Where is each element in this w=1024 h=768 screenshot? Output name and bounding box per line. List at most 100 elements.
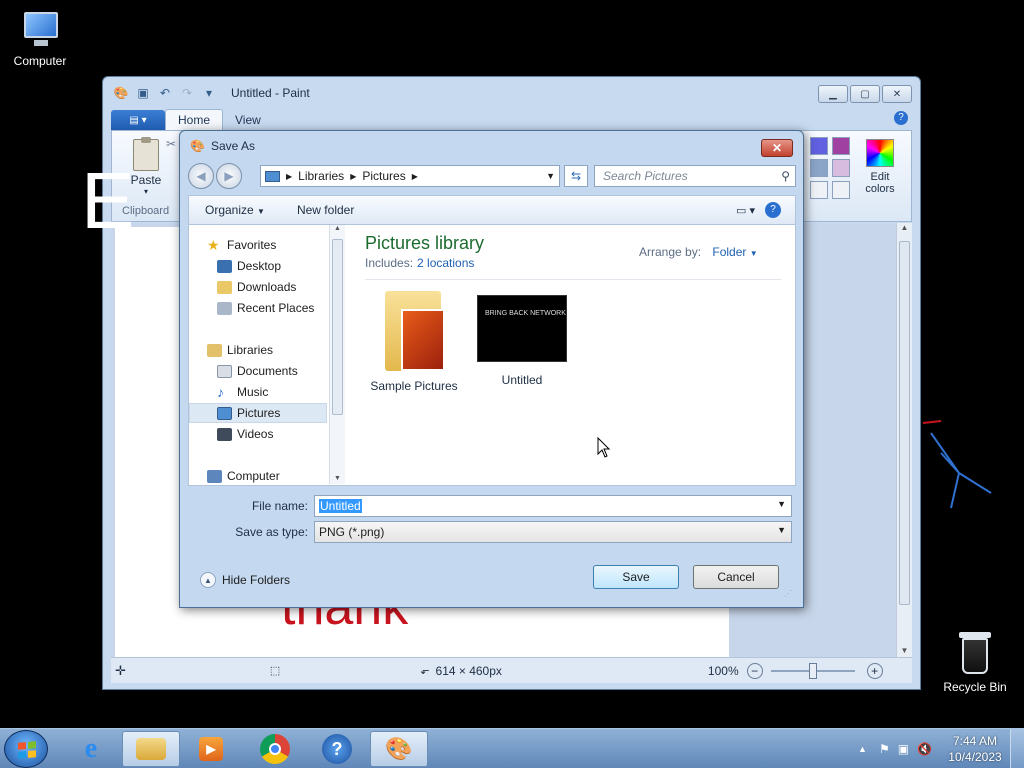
taskbar: e ▶ ? 🎨 ▲ ⚑ ▣ 🔇 7:44 AM 10/4/2023 (0, 728, 1024, 768)
tree-item-pictures[interactable]: Pictures (189, 403, 327, 423)
clock[interactable]: 7:44 AM 10/4/2023 (940, 733, 1010, 765)
forward-button[interactable]: ▶ (216, 163, 242, 189)
search-icon[interactable]: ⚲ (781, 169, 790, 183)
cancel-button[interactable]: Cancel (693, 565, 779, 589)
tree-item-favorites[interactable]: ★ Favorites (207, 235, 276, 255)
zoom-out-button[interactable]: − (746, 662, 763, 679)
tree-item-computer[interactable]: Computer (207, 466, 280, 484)
pictures-icon (265, 170, 280, 182)
tree-item-label: Pictures (237, 406, 281, 420)
tree-item-videos[interactable]: Videos (217, 424, 273, 444)
window-controls: ▁ ▢ ✕ (818, 85, 912, 103)
arrange-label: Arrange by: (639, 245, 702, 259)
search-input[interactable]: Search Pictures ⚲ (594, 165, 796, 187)
scroll-up-icon[interactable]: ▲ (897, 223, 912, 232)
taskbar-chrome[interactable] (246, 731, 304, 767)
hide-folders-label: Hide Folders (222, 573, 291, 587)
volume-muted-icon[interactable]: 🔇 (917, 742, 932, 756)
start-button[interactable] (4, 730, 48, 768)
cut-icon[interactable]: ✂ (166, 137, 176, 151)
tree-scrollbar[interactable]: ▲ ▼ (329, 225, 345, 484)
tree-item-desktop[interactable]: Desktop (217, 256, 281, 276)
desktop-icon-computer[interactable]: Computer (0, 10, 80, 68)
organize-button[interactable]: Organize ▼ (189, 203, 281, 217)
network-icon[interactable]: ▣ (898, 742, 909, 756)
chevron-down-icon[interactable]: ▼ (777, 525, 786, 535)
file-name-field[interactable]: Untitled ▼ (314, 495, 792, 517)
chevron-down-icon[interactable]: ▼ (546, 171, 555, 181)
zoom-in-button[interactable]: + (866, 662, 883, 679)
color-swatch[interactable] (832, 181, 850, 199)
redo-icon[interactable]: ↷ (179, 85, 195, 101)
undo-icon[interactable]: ↶ (157, 85, 173, 101)
music-icon: ♪ (217, 383, 224, 400)
tree-item-label: Music (237, 385, 269, 399)
minimize-button[interactable]: ▁ (818, 85, 848, 103)
breadcrumb-item[interactable]: Pictures (362, 169, 405, 183)
taskbar-internet-explorer[interactable]: e (62, 731, 120, 767)
help-icon[interactable]: ? (765, 202, 781, 218)
scroll-thumb[interactable] (332, 239, 343, 415)
color-swatch[interactable] (810, 137, 828, 155)
edit-colors-button[interactable]: Edit colors (858, 139, 902, 195)
paint-menu-button[interactable]: ▤ ▾ (111, 110, 165, 130)
help-icon[interactable]: ? (894, 111, 908, 125)
tree-item-label: Desktop (237, 259, 282, 273)
scroll-down-icon[interactable]: ▼ (330, 475, 345, 482)
refresh-button[interactable]: ⇆ (564, 165, 588, 187)
zoom-slider-thumb[interactable] (808, 662, 817, 679)
arrange-dropdown[interactable]: Folder ▼ (712, 245, 757, 259)
taskbar-media-player[interactable]: ▶ (182, 731, 240, 767)
close-button[interactable]: ✕ (882, 85, 912, 103)
file-item-sample-pictures[interactable]: Sample Pictures (359, 285, 469, 393)
paint-title-bar: 🎨 ▣ ↶ ↷ ▾ Untitled - Paint (103, 77, 920, 109)
tree-item-music[interactable]: ♪ Music (217, 382, 268, 402)
save-type-select[interactable]: PNG (*.png) ▼ (314, 521, 792, 543)
tree-item-downloads[interactable]: Downloads (217, 277, 296, 297)
file-item-untitled[interactable]: BRING BACK NETWORK Untitled (467, 285, 577, 387)
content-pane: ★ Favorites Desktop Downloads Recent Pla… (188, 225, 796, 486)
action-center-icon[interactable]: ⚑ (879, 742, 890, 756)
desktop-icon-recycle-bin[interactable]: Recycle Bin (935, 632, 1015, 694)
show-hidden-icons-icon[interactable]: ▲ (858, 744, 867, 754)
dialog-close-button[interactable]: ✕ (761, 139, 793, 157)
new-folder-button[interactable]: New folder (281, 203, 370, 217)
computer-icon (18, 10, 62, 50)
color-swatch[interactable] (832, 159, 850, 177)
tree-item-libraries[interactable]: Libraries (207, 340, 273, 360)
scroll-down-icon[interactable]: ▼ (897, 646, 912, 655)
canvas-text-e: E (81, 156, 135, 245)
maximize-button[interactable]: ▢ (850, 85, 880, 103)
scroll-up-icon[interactable]: ▲ (330, 225, 345, 232)
locations-link[interactable]: 2 locations (417, 256, 474, 270)
breadcrumb-item[interactable]: Libraries (298, 169, 344, 183)
taskbar-paint[interactable]: 🎨 (370, 731, 428, 767)
taskbar-help[interactable]: ? (308, 731, 366, 767)
taskbar-file-explorer[interactable] (122, 731, 180, 767)
media-player-icon: ▶ (199, 737, 223, 761)
resize-grip-icon[interactable]: ⋰ (784, 589, 792, 598)
save-icon[interactable]: ▣ (135, 85, 151, 101)
hide-folders-button[interactable]: ▲ Hide Folders (200, 572, 290, 588)
scroll-thumb[interactable] (899, 241, 910, 605)
color-palette (810, 137, 850, 199)
chevron-down-icon[interactable]: ▼ (777, 499, 786, 509)
paint-app-icon: 🎨 (113, 86, 129, 100)
show-desktop-button[interactable] (1010, 729, 1024, 768)
save-button[interactable]: Save (593, 565, 679, 589)
customize-quick-access-icon[interactable]: ▾ (201, 85, 217, 101)
tab-home[interactable]: Home (165, 109, 224, 130)
tree-item-documents[interactable]: Documents (217, 361, 298, 381)
color-swatch[interactable] (832, 137, 850, 155)
change-view-button[interactable]: ▭ ▾ (736, 204, 755, 217)
tree-item-recent-places[interactable]: Recent Places (217, 298, 314, 318)
color-swatch[interactable] (810, 159, 828, 177)
zoom-slider[interactable] (770, 662, 855, 679)
vertical-scrollbar[interactable]: ▲ ▼ (896, 223, 912, 657)
tab-view[interactable]: View (223, 110, 273, 130)
address-bar[interactable]: ▶ Libraries ▶ Pictures ▶ ▼ (260, 165, 560, 187)
color-swatch[interactable] (810, 181, 828, 199)
desktop-icon-label: Recycle Bin (943, 680, 1007, 694)
back-button[interactable]: ◀ (188, 163, 214, 189)
videos-icon (217, 427, 232, 441)
